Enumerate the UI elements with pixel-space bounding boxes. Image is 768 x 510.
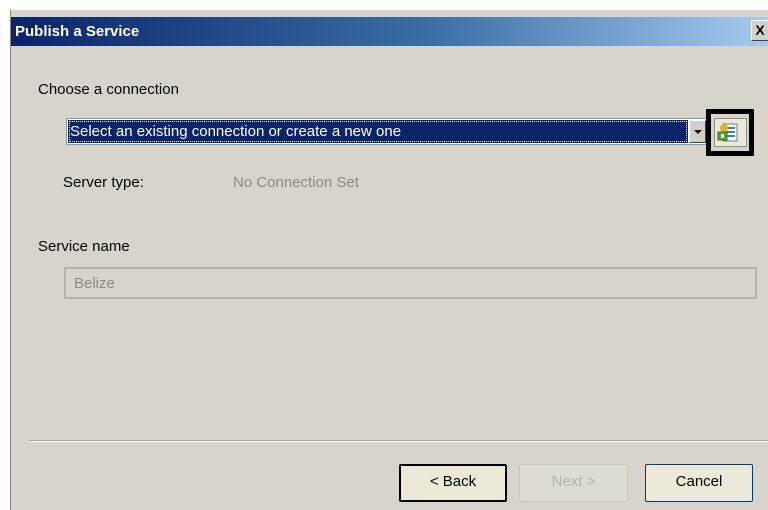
- chevron-down-icon: [694, 130, 702, 134]
- dialog-title: Publish a Service: [15, 23, 140, 40]
- publish-service-dialog: Publish a Service X Choose a connection …: [10, 10, 768, 510]
- title-bar: Publish a Service X: [11, 17, 768, 46]
- choose-connection-label: Choose a connection: [38, 81, 179, 98]
- close-button[interactable]: X: [751, 20, 768, 41]
- server-type-value: No Connection Set: [233, 174, 359, 191]
- service-name-field[interactable]: Belize: [64, 267, 757, 299]
- service-name-label: Service name: [38, 238, 130, 255]
- back-button[interactable]: < Back: [399, 464, 507, 502]
- connection-select[interactable]: Select an existing connection or create …: [66, 118, 708, 145]
- server-type-label: Server type:: [63, 174, 144, 191]
- separator: [29, 440, 768, 442]
- cancel-button[interactable]: Cancel: [645, 464, 753, 502]
- next-button[interactable]: Next >: [519, 464, 628, 502]
- connection-dropdown-button[interactable]: [689, 120, 706, 143]
- service-name-value: Belize: [74, 275, 115, 292]
- add-connection-icon: [717, 123, 738, 142]
- connection-select-value: Select an existing connection or create …: [68, 120, 688, 143]
- new-connection-button[interactable]: [714, 118, 747, 147]
- close-icon: X: [755, 22, 765, 38]
